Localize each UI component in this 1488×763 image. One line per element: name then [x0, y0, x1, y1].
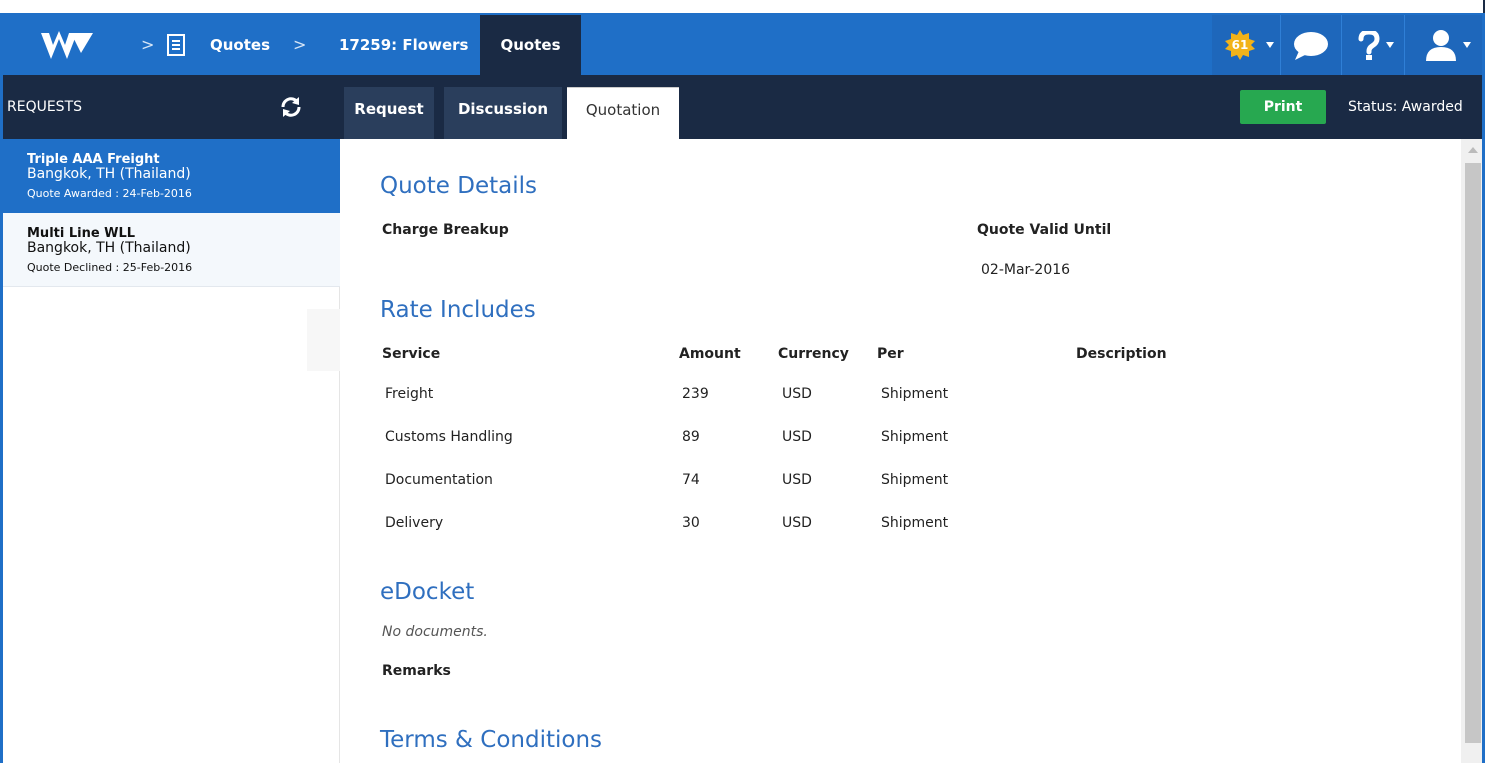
content-scrollbar[interactable] — [1461, 139, 1482, 763]
user-icon — [1426, 30, 1456, 61]
pointer-line — [1483, 0, 1485, 14]
help-icon — [1358, 31, 1380, 60]
column-header-per: Per — [877, 346, 904, 362]
request-location: Bangkok, TH (Thailand) — [27, 166, 191, 182]
cell-service: Delivery — [385, 515, 444, 531]
sidebar-title: REQUESTS — [7, 99, 83, 115]
sidebar-resize-handle[interactable] — [307, 309, 340, 371]
help-button[interactable] — [1342, 15, 1404, 75]
tab-request[interactable]: Request — [344, 87, 434, 139]
tab-discussion[interactable]: Discussion — [444, 87, 562, 139]
chevron-down-icon — [1266, 42, 1274, 48]
cell-currency: USD — [782, 429, 812, 445]
cell-amount: 30 — [682, 515, 700, 531]
breadcrumb-separator: > — [141, 35, 155, 54]
chevron-down-icon — [1463, 42, 1471, 48]
column-header-currency: Currency — [778, 346, 849, 362]
column-header-service: Service — [382, 346, 441, 362]
breadcrumb-active-quotes[interactable]: Quotes — [480, 15, 581, 75]
cell-currency: USD — [782, 386, 812, 402]
cell-service: Documentation — [385, 472, 493, 488]
chevron-down-icon — [1386, 42, 1394, 48]
request-name: Multi Line WLL — [27, 226, 136, 241]
cell-amount: 239 — [682, 386, 709, 402]
cell-service: Customs Handling — [385, 429, 513, 445]
request-item[interactable]: Multi Line WLL Bangkok, TH (Thailand) Qu… — [3, 213, 340, 287]
refresh-icon[interactable] — [279, 95, 303, 119]
chat-icon — [1294, 32, 1328, 60]
quote-valid-until-label: Quote Valid Until — [977, 222, 1112, 238]
terms-heading: Terms & Conditions — [380, 727, 603, 753]
column-header-description: Description — [1076, 346, 1167, 362]
request-name: Triple AAA Freight — [27, 152, 160, 167]
breadcrumb-separator: > — [293, 35, 307, 54]
quotation-content: Quote Details Charge Breakup Quote Valid… — [341, 139, 1461, 763]
document-icon — [167, 34, 185, 56]
quote-valid-until-value: 02-Mar-2016 — [981, 262, 1071, 278]
request-item[interactable]: Triple AAA Freight Bangkok, TH (Thailand… — [3, 139, 340, 213]
cell-per: Shipment — [881, 472, 949, 488]
chat-button[interactable] — [1281, 15, 1341, 75]
print-button[interactable]: Print — [1240, 90, 1326, 124]
edocket-heading: eDocket — [380, 579, 475, 605]
user-menu-button[interactable] — [1405, 15, 1482, 75]
tab-quotation[interactable]: Quotation — [567, 87, 679, 139]
request-status: Quote Awarded : 24-Feb-2016 — [27, 187, 192, 200]
request-location: Bangkok, TH (Thailand) — [27, 240, 191, 256]
quote-details-heading: Quote Details — [380, 173, 537, 199]
column-header-amount: Amount — [679, 346, 741, 362]
top-toolbar: 61 — [1212, 15, 1482, 75]
top-bar: > Quotes > 17259: Flowers Quotes 61 — [3, 15, 1482, 75]
tab-bar: Request Discussion Quotation Print Statu… — [340, 75, 1482, 139]
app-window: > Quotes > 17259: Flowers Quotes 61 REQU… — [0, 13, 1485, 763]
breadcrumb-quotes[interactable]: Quotes — [210, 15, 270, 75]
logo-w-icon[interactable] — [41, 27, 93, 63]
remarks-label: Remarks — [382, 663, 451, 679]
cell-amount: 89 — [682, 429, 700, 445]
request-status: Quote Declined : 25-Feb-2016 — [27, 261, 193, 274]
cell-service: Freight — [385, 386, 434, 402]
rate-includes-heading: Rate Includes — [380, 297, 536, 323]
requests-sidebar: REQUESTS Triple AAA Freight Bangkok, TH … — [3, 75, 340, 763]
scroll-thumb[interactable] — [1465, 163, 1481, 743]
cell-amount: 74 — [682, 472, 700, 488]
scroll-up-icon[interactable] — [1468, 147, 1478, 153]
notification-count: 61 — [1231, 38, 1249, 52]
cell-currency: USD — [782, 515, 812, 531]
cell-per: Shipment — [881, 515, 949, 531]
no-documents-text: No documents. — [382, 624, 488, 640]
cell-per: Shipment — [881, 386, 949, 402]
cell-per: Shipment — [881, 429, 949, 445]
status-label: Status: Awarded — [1348, 99, 1463, 115]
sidebar-header: REQUESTS — [3, 75, 340, 139]
breadcrumb-request[interactable]: 17259: Flowers — [339, 15, 468, 75]
cell-currency: USD — [782, 472, 812, 488]
charge-breakup-label: Charge Breakup — [382, 222, 509, 238]
notifications-button[interactable]: 61 — [1212, 15, 1280, 75]
